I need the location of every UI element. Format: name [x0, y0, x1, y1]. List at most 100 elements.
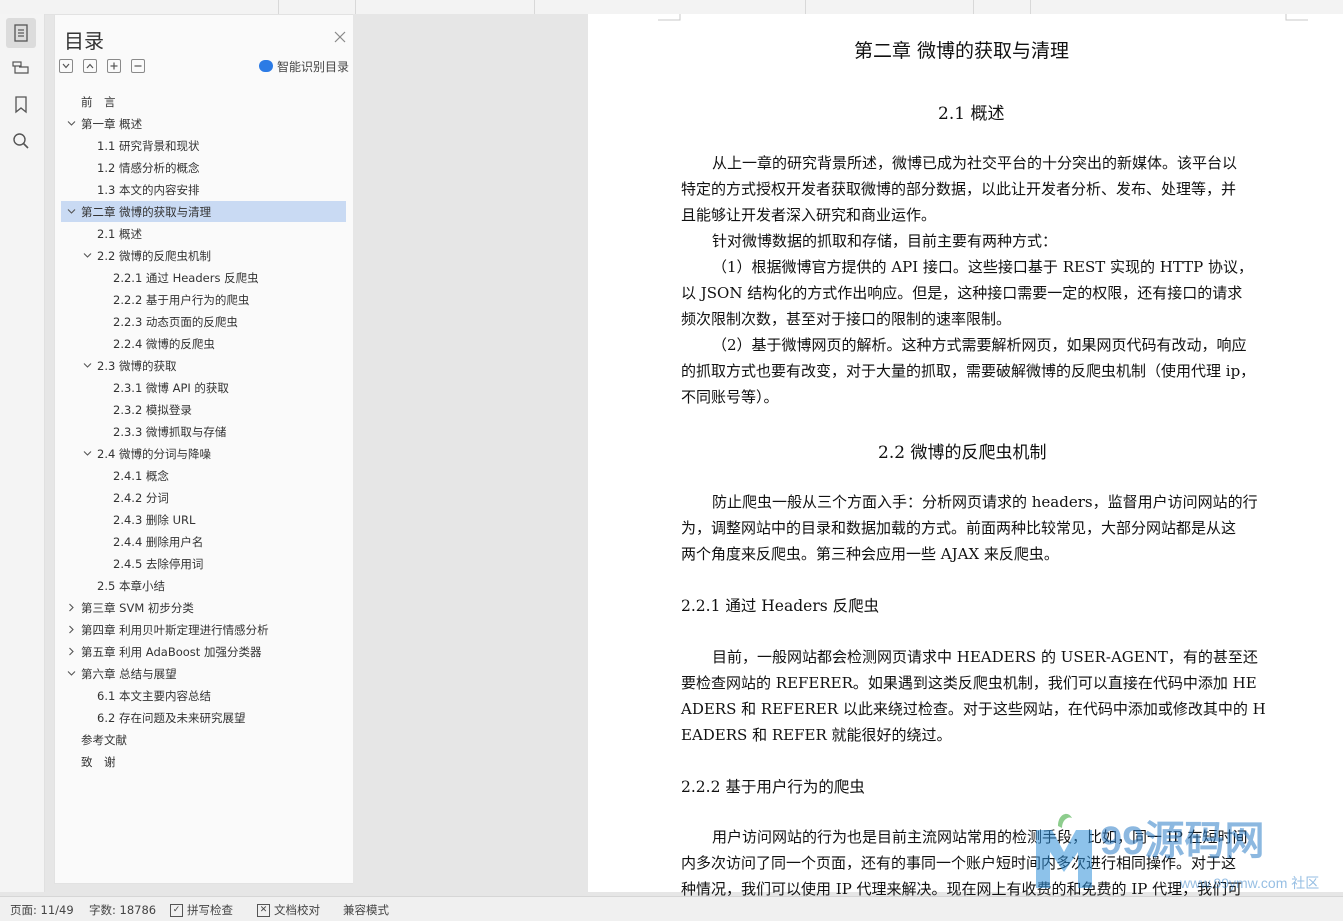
page-corner-mark [1285, 14, 1308, 21]
paragraph-line: 频次限制次数，甚至对于接口的限制的速率限制。 [681, 310, 1012, 328]
toc-item-label: 2.2.3 动态页面的反爬虫 [113, 314, 238, 329]
paragraph-line: 的抓取方式也要有改变，对于大量的抓取，需要破解微博的反爬虫机制（使用代理 ip， [681, 362, 1256, 380]
toc-item[interactable]: 2.3.2 模拟登录 [55, 399, 345, 420]
section-heading-2-2: 2.2 微博的反爬虫机制 [878, 443, 1047, 463]
toc-item[interactable]: 2.3 微博的获取 [55, 355, 345, 376]
expand-all-button[interactable] [59, 59, 73, 73]
toc-item-label: 2.1 概述 [97, 226, 142, 241]
toc-item[interactable]: 2.1 概述 [55, 223, 345, 244]
toc-item[interactable]: 2.3.3 微博抓取与存储 [55, 421, 345, 442]
toc-item[interactable]: 2.3.1 微博 API 的获取 [55, 377, 345, 398]
toc-spacer [64, 733, 78, 747]
toc-item[interactable]: 2.2.2 基于用户行为的爬虫 [55, 289, 345, 310]
toc-item[interactable]: 2.4.5 去除停用词 [55, 553, 345, 574]
toc-item[interactable]: 第三章 SVM 初步分类 [55, 597, 345, 618]
toc-item[interactable]: 第四章 利用贝叶斯定理进行情感分析 [55, 619, 345, 640]
toc-item[interactable]: 2.2.4 微博的反爬虫 [55, 333, 345, 354]
toc-spacer [96, 337, 110, 351]
watermark-text: 99源码网 [1100, 819, 1265, 863]
toc-spacer [96, 469, 110, 483]
toc-item[interactable]: 前 言 [55, 91, 345, 112]
chevron-down-icon[interactable] [64, 667, 78, 681]
toc-item[interactable]: 1.2 情感分析的概念 [55, 157, 345, 178]
toc-item-label: 2.4.1 概念 [113, 468, 169, 483]
toc-spacer [96, 491, 110, 505]
smart-toc-button[interactable]: 智能识别目录 [259, 57, 349, 75]
paragraph-line: 防止爬虫一般从三个方面入手：分析网页请求的 headers，监督用户访问网站的行 [712, 493, 1258, 511]
toc-item-label: 2.3 微博的获取 [97, 358, 177, 373]
toc-item[interactable]: 第一章 概述 [55, 113, 345, 134]
toc-item[interactable]: 2.2 微博的反爬虫机制 [55, 245, 345, 266]
add-heading-button[interactable] [107, 59, 121, 73]
bookmark-button[interactable] [6, 90, 36, 120]
toc-item[interactable]: 第二章 微博的获取与清理 [61, 201, 346, 222]
page-indicator[interactable]: 页面: 11/49 [10, 902, 74, 918]
chevron-right-icon[interactable] [64, 645, 78, 659]
toc-item[interactable]: 2.4 微博的分词与降噪 [55, 443, 345, 464]
toc-spacer [80, 579, 94, 593]
toc-item[interactable]: 参考文献 [55, 729, 345, 750]
chevron-down-icon[interactable] [80, 249, 94, 263]
toc-item[interactable]: 2.2.3 动态页面的反爬虫 [55, 311, 345, 332]
chapter-heading: 第二章 微博的获取与清理 [854, 40, 1070, 62]
toc-item-label: 6.1 本文主要内容总结 [97, 688, 211, 703]
watermark-subtext: www.99ymw.com 社区 [1179, 875, 1319, 891]
toc-spacer [96, 293, 110, 307]
chevron-down-icon[interactable] [64, 117, 78, 131]
toc-item[interactable]: 6.2 存在问题及未来研究展望 [55, 707, 345, 728]
ruler-divider [805, 0, 806, 14]
search-button[interactable] [6, 126, 36, 156]
toc-item-label: 2.2 微博的反爬虫机制 [97, 248, 211, 263]
chevron-down-icon[interactable] [80, 447, 94, 461]
chevron-right-icon[interactable] [64, 623, 78, 637]
paragraph-line: （1）根据微博官方提供的 API 接口。这些接口基于 REST 实现的 HTTP… [712, 258, 1253, 276]
toc-panel-button[interactable] [6, 18, 36, 48]
chapter-tree-icon [12, 61, 29, 74]
toc-panel: 目录 智能识别目录 前 言第一章 概述 1.1 研究背景和现状 1.2 情感分析的概… [54, 14, 355, 884]
toc-item-label: 1.1 研究背景和现状 [97, 138, 200, 153]
paragraph-line: 为，调整网站中的目录和数据加载的方式。前面两种比较常见，大部分网站都是从这 [681, 519, 1237, 537]
toc-item[interactable]: 2.4.4 删除用户名 [55, 531, 345, 552]
paragraph-line: 不同账号等）。 [681, 388, 779, 406]
chevron-down-icon[interactable] [80, 359, 94, 373]
spell-check-button[interactable]: ✓ 拼写检查 [170, 902, 233, 918]
toc-item[interactable]: 2.4.2 分词 [55, 487, 345, 508]
toc-item[interactable]: 致 谢 [55, 751, 345, 772]
toc-item-label: 第三章 SVM 初步分类 [81, 600, 194, 615]
toc-item[interactable]: 第六章 总结与展望 [55, 663, 345, 684]
toc-item[interactable]: 1.3 本文的内容安排 [55, 179, 345, 200]
word-count[interactable]: 字数: 18786 [89, 902, 156, 918]
toc-item[interactable]: 2.2.1 通过 Headers 反爬虫 [55, 267, 345, 288]
toc-item[interactable]: 6.1 本文主要内容总结 [55, 685, 345, 706]
toc-item[interactable]: 第五章 利用 AdaBoost 加强分类器 [55, 641, 345, 662]
paragraph-line: （2）基于微博网页的解析。这种方式需要解析网页，如果网页代码有改动，响应 [712, 336, 1247, 354]
toc-item-label: 2.5 本章小结 [97, 578, 165, 593]
collapse-all-button[interactable] [83, 59, 97, 73]
remove-heading-button[interactable] [131, 59, 145, 73]
close-button[interactable] [333, 29, 347, 43]
ruler-divider [355, 0, 356, 14]
toc-item-label: 前 言 [81, 94, 116, 109]
toc-item[interactable]: 1.1 研究背景和现状 [55, 135, 345, 156]
subsection-heading-2-2-1: 2.2.1 通过 Headers 反爬虫 [681, 597, 880, 615]
toc-item[interactable]: 2.4.3 删除 URL [55, 509, 345, 530]
watermark-logo-mark [1036, 830, 1092, 888]
toc-spacer [96, 557, 110, 571]
chapter-nav-button[interactable] [6, 54, 36, 84]
toc-item-label: 2.4.2 分词 [113, 490, 169, 505]
paragraph-line: ADERS 和 REFERER 以此来绕过检查。对于这些网站，在代码中添加或修改… [681, 700, 1266, 718]
paragraph-line: 两个角度来反爬虫。第三种会应用一些 AJAX 来反爬虫。 [681, 545, 1059, 563]
toc-spacer [64, 95, 78, 109]
paragraph-line: 特定的方式授权开发者获取微博的部分数据，以此让开发者分析、发布、处理等，并 [681, 180, 1237, 198]
toc-item[interactable]: 2.5 本章小结 [55, 575, 345, 596]
toc-item-label: 第四章 利用贝叶斯定理进行情感分析 [81, 622, 269, 637]
proofread-button[interactable]: ✕ 文档校对 [257, 902, 320, 918]
chevron-right-icon[interactable] [64, 601, 78, 615]
proofread-label: 文档校对 [274, 903, 320, 917]
toc-title: 目录 [64, 29, 104, 53]
toc-item[interactable]: 2.4.1 概念 [55, 465, 345, 486]
ai-assistant-icon [259, 60, 273, 72]
toc-spacer [64, 755, 78, 769]
chevron-down-icon[interactable] [64, 205, 78, 219]
toc-item-label: 第六章 总结与展望 [81, 666, 177, 681]
